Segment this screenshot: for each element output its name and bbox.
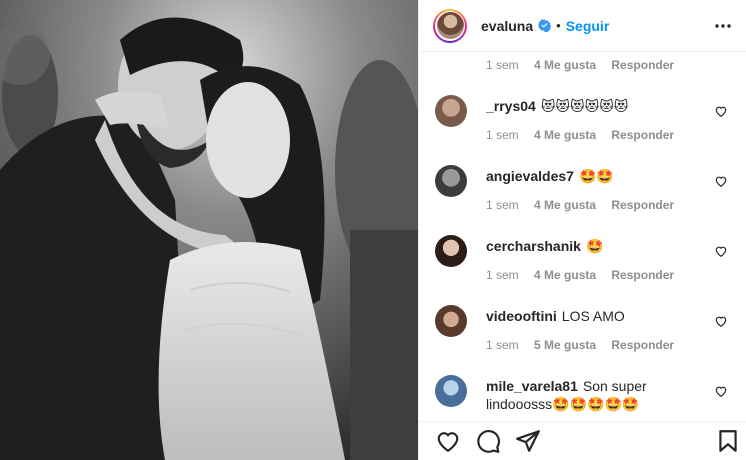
comment-time: 1 sem (486, 338, 519, 352)
reply-button[interactable]: Responder (611, 338, 674, 352)
comment-time: 1 sem (486, 58, 519, 72)
post-action-bar (419, 421, 746, 460)
comment-text-block: angievaldes7 🤩🤩 (486, 167, 706, 185)
comment-likes[interactable]: 5 Me gusta (534, 338, 596, 352)
comment-meta: 1 sem 4 Me gusta Responder (486, 268, 686, 282)
commenter-username[interactable]: mile_varela81 (486, 378, 578, 394)
bookmark-icon[interactable] (715, 428, 741, 454)
commenter-avatar[interactable] (435, 375, 467, 407)
comment-likes[interactable]: 4 Me gusta (534, 58, 596, 72)
like-comment-heart-icon[interactable] (714, 384, 728, 398)
comment-body: 😻😻😻😻😻😻 (540, 98, 629, 114)
like-comment-heart-icon[interactable] (714, 174, 728, 188)
comment-meta: 1 sem 5 Me gusta Responder (486, 338, 686, 352)
reply-button[interactable]: Responder (611, 198, 674, 212)
like-comment-heart-icon[interactable] (714, 314, 728, 328)
comment-meta: 1 sem 4 Me gusta Responder (486, 128, 686, 142)
post-side-panel: evaluna • Seguir 1 sem 4 Me gusta Respon… (418, 0, 746, 460)
commenter-avatar[interactable] (435, 95, 467, 127)
post-header: evaluna • Seguir (419, 0, 746, 52)
reply-button[interactable]: Responder (611, 58, 674, 72)
comment-time: 1 sem (486, 128, 519, 142)
commenter-username[interactable]: cercharshanik (486, 238, 581, 254)
verified-badge-icon (538, 19, 552, 32)
comment-likes[interactable]: 4 Me gusta (534, 128, 596, 142)
follow-button[interactable]: Seguir (566, 18, 610, 34)
comment-text-block: mile_varela81 Son super lindooosss🤩🤩🤩🤩🤩 (486, 377, 706, 413)
more-options-icon (715, 24, 731, 28)
comment-time: 1 sem (486, 268, 519, 282)
wedding-photo-illustration (0, 0, 418, 460)
header-separator: • (556, 18, 561, 33)
post-photo[interactable] (0, 0, 418, 460)
comment-text-block: _rrys04 😻😻😻😻😻😻 (486, 97, 706, 115)
commenter-avatar[interactable] (435, 305, 467, 337)
comment-likes[interactable]: 4 Me gusta (534, 268, 596, 282)
comment-likes[interactable]: 4 Me gusta (534, 198, 596, 212)
reply-button[interactable]: Responder (611, 268, 674, 282)
commenter-avatar[interactable] (435, 235, 467, 267)
comment-text-block: cercharshanik 🤩 (486, 237, 706, 255)
more-options-button[interactable] (711, 14, 735, 38)
comment-meta: 1 sem 4 Me gusta Responder (486, 198, 686, 212)
like-comment-heart-icon[interactable] (714, 104, 728, 118)
heart-icon[interactable] (435, 428, 461, 454)
comment-time: 1 sem (486, 198, 519, 212)
author-username[interactable]: evaluna (481, 18, 533, 34)
comment-text-block: videooftini LOS AMO (486, 307, 706, 325)
comment-icon[interactable] (475, 428, 501, 454)
commenter-username[interactable]: videooftini (486, 308, 557, 324)
commenter-avatar[interactable] (435, 165, 467, 197)
comment-body: LOS AMO (561, 308, 625, 324)
comment-body: 🤩 (585, 238, 604, 254)
comment-body: 🤩🤩 (578, 168, 614, 184)
commenter-username[interactable]: _rrys04 (486, 98, 536, 114)
commenter-username[interactable]: angievaldes7 (486, 168, 574, 184)
author-avatar[interactable] (433, 8, 467, 43)
reply-button[interactable]: Responder (611, 128, 674, 142)
comment-meta-previous: 1 sem 4 Me gusta Responder (486, 58, 686, 72)
like-comment-heart-icon[interactable] (714, 244, 728, 258)
share-icon[interactable] (515, 428, 541, 454)
